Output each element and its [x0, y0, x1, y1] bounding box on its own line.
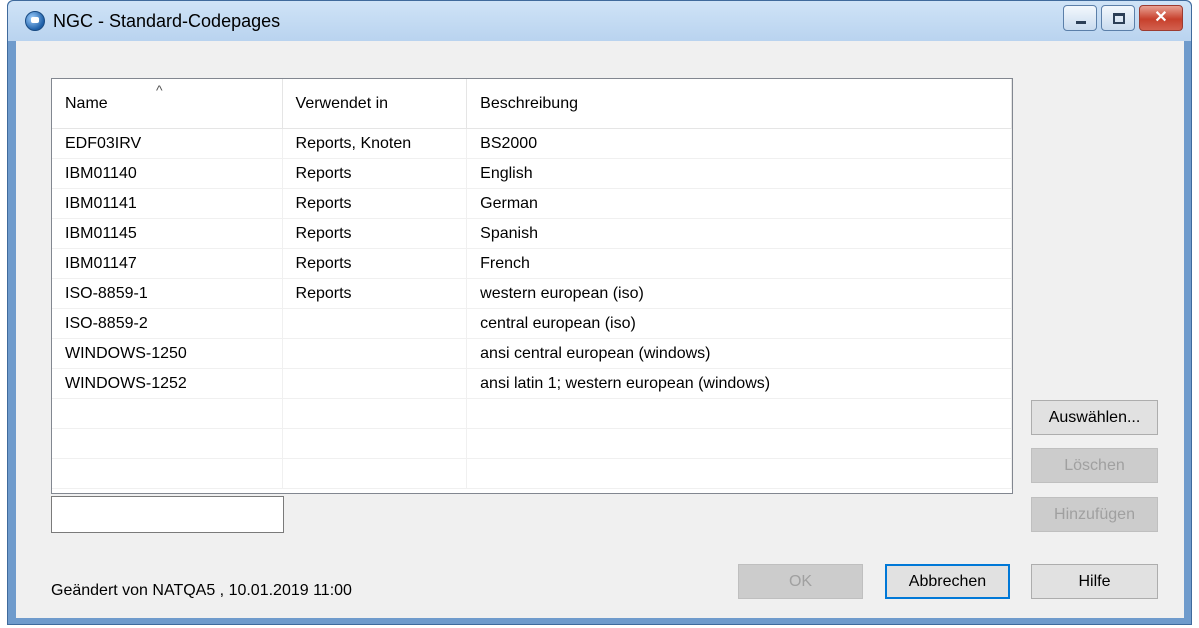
status-text: Geändert von NATQA5 , 10.01.2019 11:00	[51, 582, 352, 599]
cell-name	[52, 459, 283, 488]
cell-description: Spanish	[467, 219, 1012, 248]
table-row[interactable]: WINDOWS-1252 ansi latin 1; western europ…	[52, 369, 1012, 399]
table-row[interactable]: WINDOWS-1250 ansi central european (wind…	[52, 339, 1012, 369]
help-button[interactable]: Hilfe	[1031, 564, 1158, 599]
column-header-name[interactable]: ^ Name	[52, 79, 283, 129]
cell-used-in	[283, 369, 468, 398]
list-body: EDF03IRV Reports, Knoten BS2000 IBM01140…	[52, 129, 1012, 489]
maximize-icon	[1113, 13, 1125, 24]
ok-button[interactable]: OK	[738, 564, 863, 599]
column-header-label: Beschreibung	[480, 95, 578, 112]
cell-name	[52, 399, 283, 428]
empty-row	[52, 429, 1012, 459]
column-header-description[interactable]: Beschreibung	[467, 79, 1012, 129]
cell-name: ISO-8859-2	[52, 309, 283, 338]
cell-description: German	[467, 189, 1012, 218]
cell-description: ansi latin 1; western european (windows)	[467, 369, 1012, 398]
select-button[interactable]: Auswählen...	[1031, 400, 1158, 435]
cell-name: IBM01147	[52, 249, 283, 278]
dialog-client-area: ^ Name Verwendet in Beschreibung EDF03IR…	[16, 41, 1184, 618]
caption-buttons: ✕	[1063, 5, 1183, 35]
minimize-button[interactable]	[1063, 5, 1097, 31]
cell-used-in: Reports, Knoten	[283, 129, 468, 158]
cell-name: WINDOWS-1252	[52, 369, 283, 398]
cell-name	[52, 429, 283, 458]
cell-description: central european (iso)	[467, 309, 1012, 338]
cell-description	[467, 459, 1012, 488]
empty-row	[52, 459, 1012, 489]
cell-description: French	[467, 249, 1012, 278]
sort-ascending-icon: ^	[156, 82, 163, 98]
cell-name: EDF03IRV	[52, 129, 283, 158]
empty-row	[52, 399, 1012, 429]
cell-name: ISO-8859-1	[52, 279, 283, 308]
cell-used-in: Reports	[283, 189, 468, 218]
window-title: NGC - Standard-Codepages	[53, 11, 281, 31]
inline-edit-field[interactable]	[51, 496, 284, 533]
cell-used-in	[283, 339, 468, 368]
cell-used-in	[283, 459, 468, 488]
close-icon: ✕	[1154, 9, 1168, 26]
column-header-label: Name	[65, 95, 108, 112]
cancel-button[interactable]: Abbrechen	[885, 564, 1010, 599]
column-header-label: Verwendet in	[295, 95, 389, 112]
table-row[interactable]: IBM01147 Reports French	[52, 249, 1012, 279]
table-row[interactable]: IBM01140 Reports English	[52, 159, 1012, 189]
cell-used-in: Reports	[283, 159, 468, 188]
cell-name: IBM01145	[52, 219, 283, 248]
cell-description: western european (iso)	[467, 279, 1012, 308]
cell-used-in	[283, 429, 468, 458]
title-bar[interactable]: NGC - Standard-Codepages ✕	[8, 1, 1191, 41]
add-button[interactable]: Hinzufügen	[1031, 497, 1158, 532]
cell-description	[467, 429, 1012, 458]
table-row[interactable]: IBM01141 Reports German	[52, 189, 1012, 219]
delete-button[interactable]: Löschen	[1031, 448, 1158, 483]
codepage-list[interactable]: ^ Name Verwendet in Beschreibung EDF03IR…	[51, 78, 1013, 494]
list-header: ^ Name Verwendet in Beschreibung	[52, 79, 1012, 129]
cell-used-in	[283, 309, 468, 338]
table-row[interactable]: ISO-8859-1 Reports western european (iso…	[52, 279, 1012, 309]
cell-description	[467, 399, 1012, 428]
table-row[interactable]: ISO-8859-2 central european (iso)	[52, 309, 1012, 339]
cell-description: BS2000	[467, 129, 1012, 158]
app-icon	[25, 11, 45, 31]
cell-name: WINDOWS-1250	[52, 339, 283, 368]
cell-used-in	[283, 399, 468, 428]
minimize-icon	[1076, 21, 1086, 24]
maximize-button[interactable]	[1101, 5, 1135, 31]
cell-used-in: Reports	[283, 279, 468, 308]
cell-used-in: Reports	[283, 219, 468, 248]
cell-description: English	[467, 159, 1012, 188]
cell-name: IBM01141	[52, 189, 283, 218]
cell-description: ansi central european (windows)	[467, 339, 1012, 368]
column-header-used-in[interactable]: Verwendet in	[283, 79, 468, 129]
table-row[interactable]: EDF03IRV Reports, Knoten BS2000	[52, 129, 1012, 159]
dialog-window: NGC - Standard-Codepages ✕ ^ Name Verwen…	[7, 0, 1192, 625]
close-button[interactable]: ✕	[1139, 5, 1183, 31]
cell-name: IBM01140	[52, 159, 283, 188]
table-row[interactable]: IBM01145 Reports Spanish	[52, 219, 1012, 249]
cell-used-in: Reports	[283, 249, 468, 278]
